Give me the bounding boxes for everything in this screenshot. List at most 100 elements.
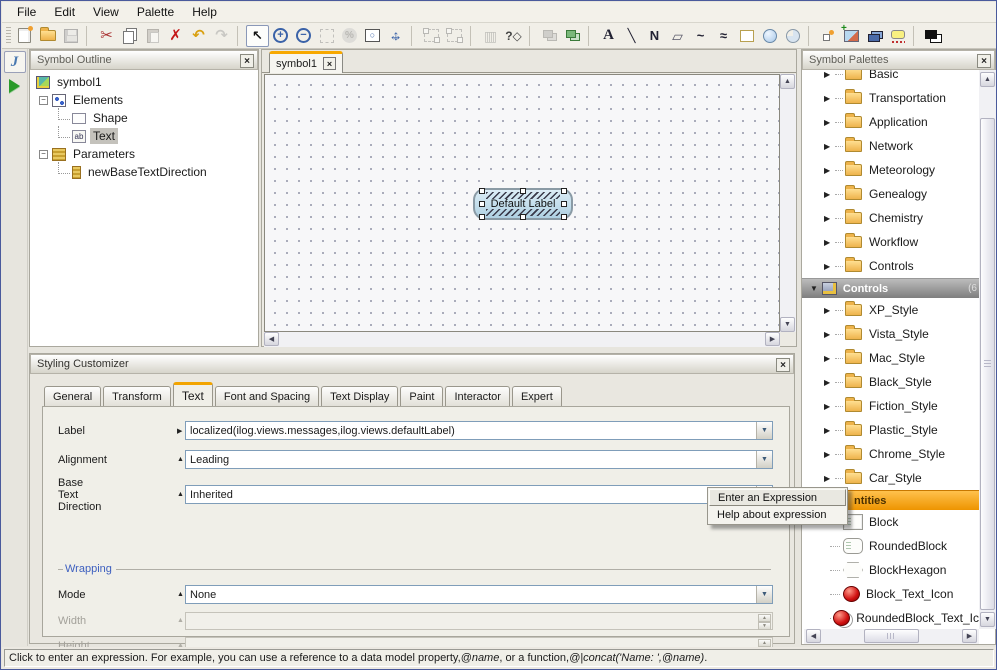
menu-item-enter-expression[interactable]: Enter an Expression	[709, 489, 846, 506]
scroll-down-button[interactable]: ▼	[980, 612, 995, 627]
polygon-tool-button[interactable]: ▱	[666, 25, 689, 47]
symbol-palettes-close-button[interactable]: ×	[977, 54, 991, 68]
dropdown-button[interactable]: ▼	[756, 586, 772, 603]
delete-button[interactable]: ✗	[164, 25, 187, 47]
alignment-combobox[interactable]: Leading ▼	[185, 450, 773, 469]
insert-image-button[interactable]	[840, 25, 863, 47]
tab-expert[interactable]: Expert	[512, 386, 562, 406]
menu-edit[interactable]: Edit	[45, 2, 84, 22]
mode-combobox[interactable]: None ▼	[185, 585, 773, 604]
zoom-in-button[interactable]: +	[269, 25, 292, 47]
menu-palette[interactable]: Palette	[128, 2, 183, 22]
palette-symbol-roundedblock[interactable]: RoundedBlock	[802, 534, 979, 558]
palette-folder-application[interactable]: ▶Application	[802, 110, 979, 134]
tree-node-text[interactable]: abText	[30, 127, 258, 145]
palette-folder-network[interactable]: ▶Network	[802, 134, 979, 158]
select-button[interactable]: ↖	[246, 25, 269, 47]
palette-vscrollbar[interactable]: ▲ ▼	[979, 70, 996, 629]
spline-tool-button[interactable]: ≈	[712, 25, 735, 47]
expression-state-icon[interactable]: ▲	[177, 456, 184, 463]
text-tool-button[interactable]: A	[597, 25, 620, 47]
palette-folder-controls[interactable]: ▶Controls	[802, 254, 979, 278]
expander-icon[interactable]: ▶	[824, 474, 832, 483]
tab-interactor[interactable]: Interactor	[445, 386, 509, 406]
palette-symbol-block_text_icon[interactable]: Block_Text_Icon	[802, 582, 979, 606]
jviews-editor-button[interactable]: J	[4, 51, 26, 73]
palette-folder-workflow[interactable]: ▶Workflow	[802, 230, 979, 254]
expander-icon[interactable]: ▶	[824, 262, 832, 271]
curve-tool-button[interactable]: ~	[689, 25, 712, 47]
scroll-left-button[interactable]: ◀	[264, 332, 279, 346]
expander-icon[interactable]: ▶	[824, 166, 832, 175]
palette-folder-basic[interactable]: ▶Basic	[802, 70, 979, 86]
palette-folder-mac_style[interactable]: ▶Mac_Style	[802, 346, 979, 370]
tree-node-newbasetextdirection[interactable]: newBaseTextDirection	[30, 163, 258, 181]
open-file-button[interactable]	[36, 25, 59, 47]
expression-state-icon[interactable]: ▲	[177, 491, 184, 498]
tab-close-button[interactable]: ×	[323, 57, 336, 70]
expander-icon[interactable]: ▶	[824, 402, 832, 411]
tab-font-and-spacing[interactable]: Font and Spacing	[215, 386, 319, 406]
line-tool-button[interactable]: ╲	[620, 25, 643, 47]
scroll-down-button[interactable]: ▼	[780, 317, 795, 332]
expander-icon[interactable]: ▶	[824, 214, 832, 223]
tree-node-symbol1[interactable]: symbol1	[30, 73, 258, 91]
expander-icon[interactable]: ▶	[824, 306, 832, 315]
palette-folder-vista_style[interactable]: ▶Vista_Style	[802, 322, 979, 346]
expander-icon[interactable]: ▶	[824, 190, 832, 199]
rectangle-tool-button[interactable]	[735, 25, 758, 47]
tab-general[interactable]: General	[44, 386, 101, 406]
undo-button[interactable]: ↶	[187, 25, 210, 47]
expander-icon[interactable]: ▶	[824, 142, 832, 151]
tab-text[interactable]: Text	[173, 382, 213, 406]
tab-transform[interactable]: Transform	[103, 386, 171, 406]
ellipse-tool-button[interactable]	[758, 25, 781, 47]
dropdown-button[interactable]: ▼	[756, 422, 772, 439]
tab-symbol1[interactable]: symbol1 ×	[269, 51, 343, 73]
pan-button[interactable]	[384, 25, 407, 47]
collapse-icon[interactable]: −	[39, 150, 48, 159]
cut-button[interactable]: ✂	[95, 25, 118, 47]
expander-icon[interactable]: ▶	[824, 94, 832, 103]
dropdown-button[interactable]: ▼	[756, 451, 772, 468]
base-text-direction-combobox[interactable]: Inherited ▼	[185, 485, 773, 504]
collapse-icon[interactable]: −	[39, 96, 48, 105]
symbol-canvas[interactable]: Default Label	[264, 74, 780, 332]
scroll-right-button[interactable]: ▶	[765, 332, 780, 346]
palette-folder-chemistry[interactable]: ▶Chemistry	[802, 206, 979, 230]
expander-icon[interactable]: ▶	[824, 450, 832, 459]
palette-symbol-roundedblock_text_ic[interactable]: RoundedBlock_Text_Ic	[802, 606, 979, 629]
palette-hscrollbar[interactable]: ◀ ▶	[804, 629, 979, 644]
menu-file[interactable]: File	[8, 2, 45, 22]
layers-button[interactable]	[863, 25, 886, 47]
expander-icon[interactable]: ▶	[824, 354, 832, 363]
menu-view[interactable]: View	[84, 2, 128, 22]
scrollbar-thumb[interactable]	[864, 629, 919, 643]
tab-paint[interactable]: Paint	[400, 386, 443, 406]
tree-node-elements[interactable]: −Elements	[30, 91, 258, 109]
default-label-object[interactable]: Default Label	[473, 188, 573, 220]
zoom-out-button[interactable]: −	[292, 25, 315, 47]
arc-tool-button[interactable]	[781, 25, 804, 47]
palette-folder-transportation[interactable]: ▶Transportation	[802, 86, 979, 110]
expander-icon[interactable]: ▶	[824, 378, 832, 387]
palette-folder-xp_style[interactable]: ▶XP_Style	[802, 298, 979, 322]
expression-state-icon[interactable]: ▶	[177, 427, 182, 435]
scroll-up-button[interactable]: ▲	[980, 72, 995, 87]
scroll-up-button[interactable]: ▲	[780, 74, 795, 89]
symbol-outline-close-button[interactable]: ×	[240, 54, 254, 68]
overview-window-button[interactable]: ○	[361, 25, 384, 47]
controls-palette-header[interactable]: ▼Controls(6	[802, 278, 979, 298]
menu-help[interactable]: Help	[183, 2, 226, 22]
scroll-right-button[interactable]: ▶	[962, 629, 977, 643]
expression-help-button[interactable]: ?◇	[502, 25, 525, 47]
scrollbar-thumb[interactable]	[980, 118, 995, 610]
toolbar-grip[interactable]	[6, 27, 11, 45]
scroll-left-button[interactable]: ◀	[806, 629, 821, 643]
canvas-hscrollbar[interactable]: ◀ ▶	[264, 332, 780, 347]
tab-text-display[interactable]: Text Display	[321, 386, 398, 406]
palette-folder-plastic_style[interactable]: ▶Plastic_Style	[802, 418, 979, 442]
run-preview-button[interactable]	[4, 75, 26, 97]
expander-icon[interactable]: ▶	[824, 426, 832, 435]
expander-icon[interactable]: ▶	[824, 118, 832, 127]
